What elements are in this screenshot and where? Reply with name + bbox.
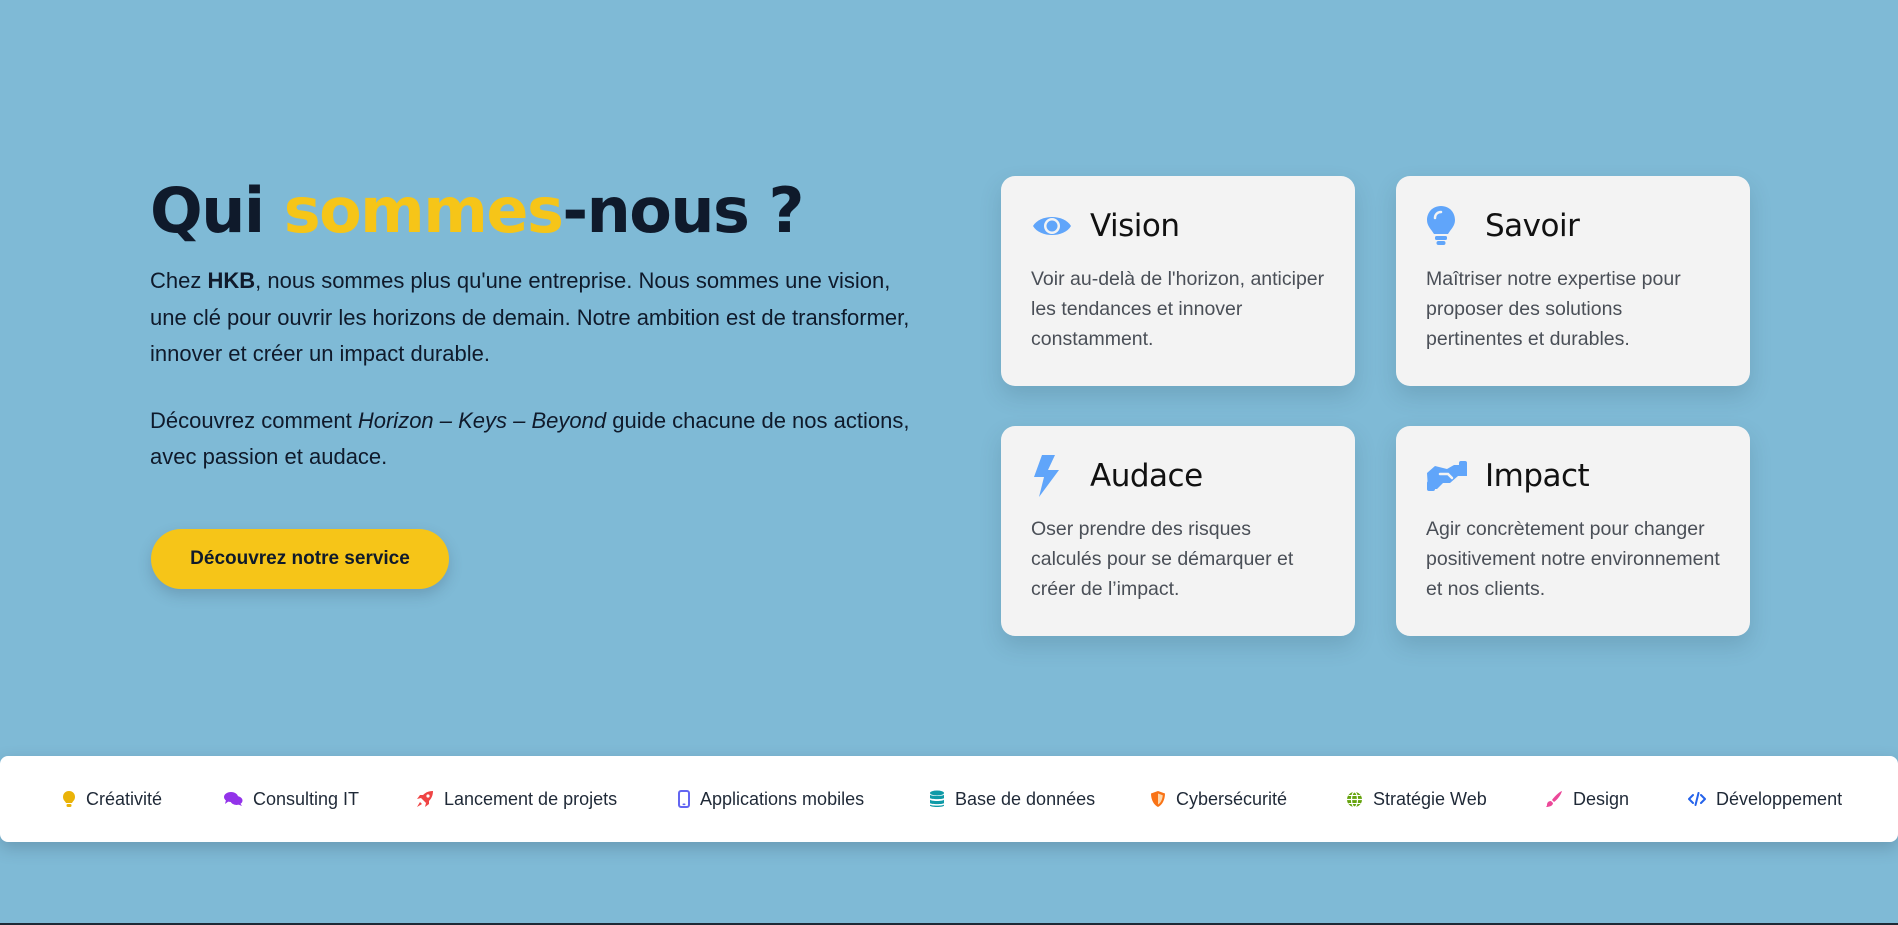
value-card-impact: Impact Agir concrètement pour changer po…: [1396, 426, 1750, 636]
motto-text: Découvrez comment: [150, 407, 358, 433]
intro-text: , nous sommes plus qu'une entreprise. No…: [150, 268, 910, 366]
service-consulting-it[interactable]: Consulting IT: [224, 756, 359, 842]
service-cybersecurite[interactable]: Cybersécurité: [1150, 756, 1287, 842]
card-title: Impact: [1485, 458, 1590, 494]
about-section: Qui sommes-nous ? Chez HKB, nous sommes …: [150, 175, 910, 476]
service-lancement-projets[interactable]: Lancement de projets: [416, 756, 617, 842]
paintbrush-icon: [1546, 791, 1562, 807]
shield-icon: [1151, 791, 1165, 807]
service-strategie-web[interactable]: Stratégie Web: [1346, 756, 1487, 842]
card-description: Maîtriser notre expertise pour proposer …: [1426, 268, 1681, 350]
lightbulb-icon: [1426, 204, 1468, 248]
card-description: Oser prendre des risques calculés pour s…: [1031, 518, 1294, 600]
service-creativite[interactable]: Créativité: [62, 756, 162, 842]
service-base-donnees[interactable]: Base de données: [929, 756, 1095, 842]
service-label: Créativité: [86, 788, 163, 809]
service-label: Lancement de projets: [444, 788, 618, 809]
service-applications-mobiles[interactable]: Applications mobiles: [678, 756, 864, 842]
card-description: Agir concrètement pour changer positivem…: [1426, 518, 1720, 600]
motto-emphasis: Horizon – Keys – Beyond: [357, 407, 607, 433]
handshake-icon: [1426, 454, 1468, 498]
services-strip: Créativité Consulting IT Lancement de pr…: [0, 756, 1898, 842]
service-label: Développement: [1716, 788, 1843, 809]
service-label: Cybersécurité: [1176, 788, 1288, 809]
card-description: Voir au-delà de l'horizon, anticiper les…: [1031, 268, 1325, 350]
title-part: -nous ?: [562, 174, 804, 247]
value-card-audace: Audace Oser prendre des risques calculés…: [1001, 426, 1355, 636]
brand-name: HKB: [207, 268, 256, 293]
comments-icon: [224, 792, 243, 806]
service-label: Consulting IT: [253, 788, 360, 809]
title-part: Qui: [150, 174, 284, 247]
service-developpement[interactable]: Développement: [1688, 756, 1842, 842]
motto-paragraph: Découvrez comment Horizon – Keys – Beyon…: [150, 403, 910, 476]
code-icon: [1688, 792, 1706, 806]
service-label: Stratégie Web: [1373, 788, 1487, 809]
title-accent: sommes: [283, 174, 564, 247]
value-card-savoir: Savoir Maîtriser notre expertise pour pr…: [1396, 176, 1750, 386]
card-title: Audace: [1090, 458, 1203, 494]
card-title: Vision: [1090, 208, 1180, 244]
service-label: Applications mobiles: [700, 788, 865, 809]
lightbulb-icon: [63, 791, 75, 807]
globe-icon: [1347, 790, 1362, 808]
mobile-icon: [678, 790, 690, 808]
intro-paragraph: Chez HKB, nous sommes plus qu'une entrep…: [150, 263, 910, 373]
database-icon: [930, 790, 944, 807]
service-label: Base de données: [955, 788, 1096, 809]
bolt-icon: [1031, 454, 1073, 498]
card-title: Savoir: [1485, 208, 1580, 244]
page-title: Qui sommes-nous ?: [150, 175, 910, 247]
service-label: Design: [1573, 788, 1630, 809]
eye-icon: [1031, 204, 1073, 248]
value-card-vision: Vision Voir au-delà de l'horizon, antici…: [1001, 176, 1355, 386]
intro-text: Chez: [150, 268, 208, 293]
service-design[interactable]: Design: [1545, 756, 1629, 842]
discover-service-button[interactable]: Découvrez notre service: [151, 529, 449, 589]
rocket-icon: [417, 791, 433, 807]
